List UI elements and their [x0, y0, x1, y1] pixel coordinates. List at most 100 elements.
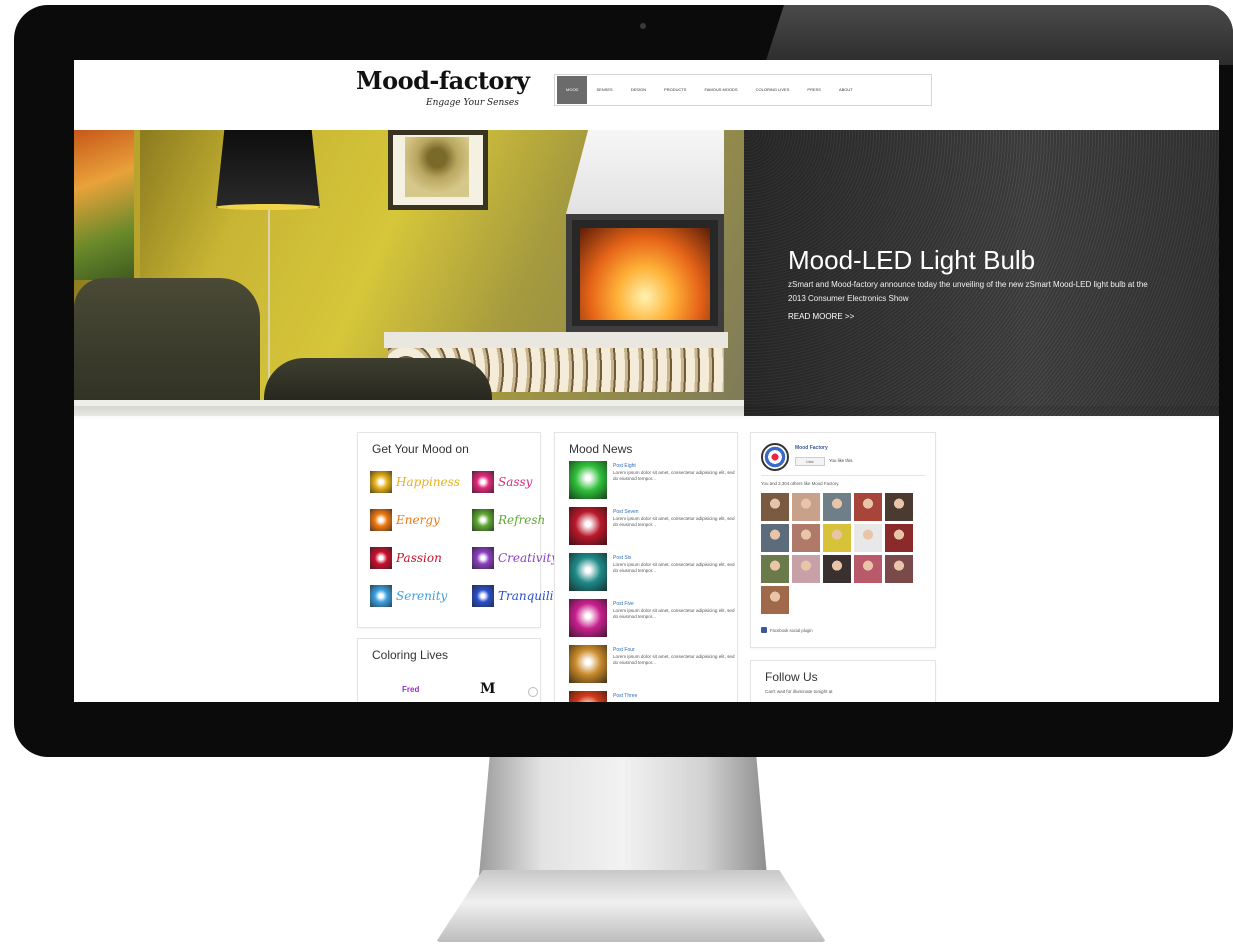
- facebook-fan-avatar[interactable]: [792, 555, 820, 583]
- hero-slider: Mood-LED Light Bulb zSmart and Mood-fact…: [74, 130, 1219, 416]
- facebook-fan-avatar[interactable]: [854, 555, 882, 583]
- mood-link-creativity[interactable]: Creativity: [471, 545, 565, 571]
- brand-logo-m[interactable]: M: [480, 681, 496, 697]
- facebook-fan-avatar[interactable]: [854, 493, 882, 521]
- news-post[interactable]: Post Six Lorem ipsum dolor sit amet, cons…: [569, 553, 739, 593]
- facebook-fan-avatar[interactable]: [823, 524, 851, 552]
- facebook-likes-count: You and 3,304 others like Mood Factory.: [761, 481, 840, 486]
- hero-read-more-link[interactable]: READ MOORE >>: [788, 312, 854, 321]
- facebook-fan-avatar[interactable]: [885, 493, 913, 521]
- nav-item-coloring-lives[interactable]: COLORING LIVES: [747, 76, 799, 104]
- mood-label: Passion: [396, 551, 442, 565]
- nav-item-press[interactable]: PRESS: [798, 76, 830, 104]
- news-post-title[interactable]: Post Seven: [613, 509, 639, 515]
- mood-label: Serenity: [396, 589, 448, 603]
- hero-description: zSmart and Mood-factory announce today t…: [788, 280, 1148, 303]
- bezel-glare: [764, 5, 1233, 65]
- facebook-fan-faces: [761, 493, 921, 614]
- facebook-fan-avatar[interactable]: [823, 555, 851, 583]
- hero-portrait: [405, 137, 469, 197]
- facebook-fan-avatar[interactable]: [885, 524, 913, 552]
- mood-label: Sassy: [497, 475, 533, 489]
- news-post-thumbnail[interactable]: [569, 507, 607, 545]
- facebook-fan-avatar[interactable]: [761, 524, 789, 552]
- coloring-lives-carousel: Fred M: [372, 681, 538, 702]
- news-post-title[interactable]: Post Four: [613, 647, 635, 653]
- mood-link-happiness[interactable]: Happiness: [370, 469, 460, 495]
- news-post-title[interactable]: Post Five: [613, 601, 634, 607]
- hero-fire: [580, 228, 710, 320]
- facebook-fan-avatar[interactable]: [761, 493, 789, 521]
- brand-logo-fred[interactable]: Fred: [402, 685, 419, 694]
- mood-link-refresh[interactable]: Refresh: [471, 507, 565, 533]
- mood-label: Refresh: [497, 513, 546, 527]
- news-post-thumbnail[interactable]: [569, 645, 607, 683]
- logo-wordmark: Mood-factory: [356, 66, 530, 95]
- nav-item-design[interactable]: DESIGN: [622, 76, 655, 104]
- news-post[interactable]: Post Five Lorem ipsum dolor sit amet, con…: [569, 599, 739, 639]
- green-leaf-icon: [471, 509, 494, 531]
- news-post-thumbnail[interactable]: [569, 691, 607, 702]
- facebook-like-button[interactable]: Like: [795, 457, 825, 466]
- mood-link-sassy[interactable]: Sassy: [471, 469, 565, 495]
- follow-us-title: Follow Us: [765, 670, 818, 684]
- facebook-fan-avatar[interactable]: [792, 493, 820, 521]
- news-post-title[interactable]: Post Three: [613, 693, 637, 699]
- news-post[interactable]: Post Eight Lorem ipsum dolor sit amet, co…: [569, 461, 739, 501]
- site-logo[interactable]: Mood-factory Engage Your Senses: [356, 66, 536, 112]
- facebook-fan-avatar[interactable]: [761, 586, 789, 614]
- divider: [761, 475, 925, 476]
- facebook-page-avatar[interactable]: [761, 443, 789, 471]
- facebook-plugin-label: Facebook social plugin: [770, 627, 813, 633]
- facebook-you-like: You like this.: [829, 458, 854, 463]
- mood-widget-title: Get Your Mood on: [372, 442, 469, 456]
- follow-us-tweet: Can't wait for illuminate tonight at: [765, 689, 833, 694]
- monitor-bezel: Mood-factory Engage Your Senses MOOD SENS…: [14, 5, 1233, 757]
- news-post-thumbnail[interactable]: [569, 461, 607, 499]
- facebook-plugin-credit[interactable]: Facebook social plugin: [761, 627, 813, 633]
- news-post[interactable]: Post Four Lorem ipsum dolor sit amet, con…: [569, 645, 739, 685]
- mood-link-energy[interactable]: Energy: [370, 507, 460, 533]
- hero-fireplace-hood: [566, 130, 724, 214]
- monitor-stand-neck: [478, 757, 768, 887]
- blue-flower-icon: [471, 585, 494, 607]
- facebook-fan-avatar[interactable]: [885, 555, 913, 583]
- facebook-fan-avatar[interactable]: [854, 524, 882, 552]
- mood-link-serenity[interactable]: Serenity: [370, 583, 460, 609]
- nav-item-mood[interactable]: MOOD: [557, 76, 588, 104]
- hero-sofa: [74, 278, 260, 416]
- news-post[interactable]: Post Seven Lorem ipsum dolor sit amet, co…: [569, 507, 739, 547]
- main-nav: MOOD SENSES DESIGN PRODUCTS FAMOUS MOODS COLO…: [554, 74, 932, 106]
- mood-link-passion[interactable]: Passion: [370, 545, 460, 571]
- news-post[interactable]: Post Three: [569, 691, 739, 702]
- orange-burst-icon: [370, 509, 392, 531]
- news-post-excerpt: Lorem ipsum dolor sit amet, consectetur …: [613, 470, 735, 481]
- logo-tagline: Engage Your Senses: [426, 98, 519, 108]
- hero-picture-frame: [388, 130, 488, 210]
- pink-flower-icon: [471, 471, 494, 493]
- nav-item-famous-moods[interactable]: FAMOUS MOODS: [695, 76, 746, 104]
- news-post-thumbnail[interactable]: [569, 599, 607, 637]
- facebook-page-name[interactable]: Mood Factory: [795, 445, 828, 451]
- monitor-stand-base: [436, 870, 826, 942]
- site-header: Mood-factory Engage Your Senses MOOD SENS…: [74, 60, 1219, 130]
- nav-item-products[interactable]: PRODUCTS: [655, 76, 695, 104]
- nav-item-senses[interactable]: SENSES: [587, 76, 621, 104]
- facebook-fan-avatar[interactable]: [792, 524, 820, 552]
- news-post-title[interactable]: Post Eight: [613, 463, 636, 469]
- hero-title: Mood-LED Light Bulb: [788, 245, 1036, 275]
- news-post-excerpt: Lorem ipsum dolor sit amet, consectetur …: [613, 562, 735, 573]
- news-post-thumbnail[interactable]: [569, 553, 607, 591]
- mood-label: Happiness: [396, 475, 460, 489]
- blue-sky-icon: [370, 585, 392, 607]
- website-screen: Mood-factory Engage Your Senses MOOD SENS…: [74, 60, 1219, 702]
- facebook-fan-avatar[interactable]: [823, 493, 851, 521]
- mood-link-tranquility[interactable]: Tranquility: [471, 583, 565, 609]
- red-rose-icon: [370, 547, 392, 569]
- facebook-fan-avatar[interactable]: [761, 555, 789, 583]
- nav-item-about[interactable]: ABOUT: [830, 76, 862, 104]
- news-post-title[interactable]: Post Six: [613, 555, 631, 561]
- facebook-like-box: Mood Factory Like You like this. You and…: [750, 432, 936, 648]
- mood-news-title: Mood News: [569, 442, 633, 456]
- carousel-next-icon[interactable]: [528, 687, 538, 697]
